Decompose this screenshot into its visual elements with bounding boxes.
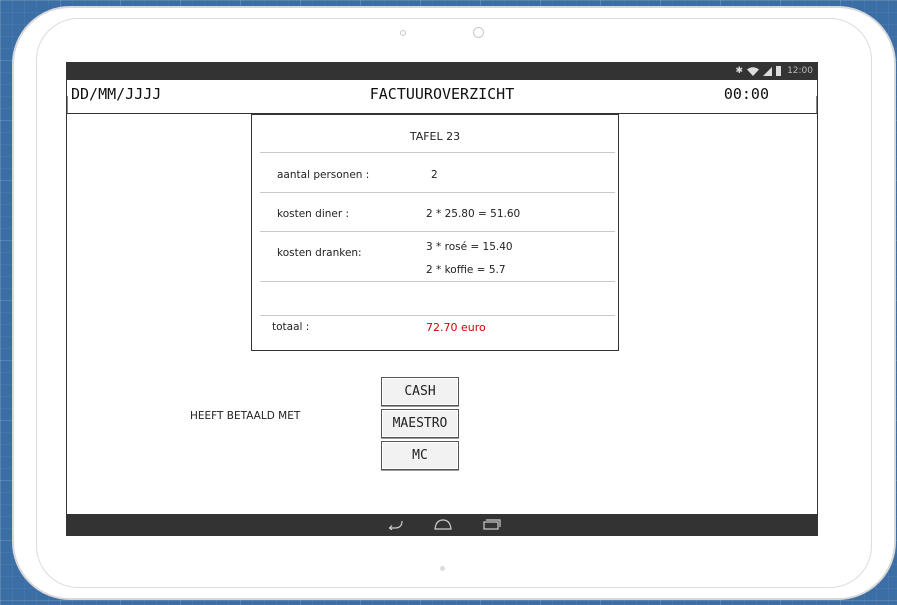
maestro-button[interactable]: MAESTRO: [381, 409, 459, 438]
divider: [260, 281, 615, 282]
total-value: 72.70 euro: [426, 321, 486, 334]
bluetooth-icon: ✱: [735, 66, 744, 76]
divider: [260, 231, 615, 232]
sensor-icon: [473, 27, 484, 38]
time-label: 00:00: [723, 85, 769, 103]
total-label: totaal :: [272, 321, 310, 333]
back-icon[interactable]: [387, 518, 403, 530]
drinks-value-1: 3 * rosé = 15.40: [426, 241, 513, 253]
drinks-value-2: 2 * koffie = 5.7: [426, 264, 506, 276]
divider: [260, 315, 615, 316]
wifi-icon: [747, 66, 760, 76]
home-icon[interactable]: [434, 518, 452, 530]
table-number: TAFEL 23: [409, 130, 461, 143]
persons-value: 2: [431, 169, 438, 181]
divider: [260, 192, 615, 193]
persons-label: aantal personen :: [277, 169, 370, 181]
divider: [260, 152, 615, 153]
status-bar: ✱ 12:00: [67, 63, 817, 80]
page-title: FACTUUROVERZICHT: [369, 85, 515, 103]
dinner-label: kosten diner :: [277, 208, 350, 220]
signal-icon: [763, 66, 773, 76]
home-dot-icon: [440, 566, 445, 571]
invoice-panel: TAFEL 23 aantal personen : 2 kosten dine…: [251, 114, 619, 351]
status-time: 12:00: [787, 66, 813, 76]
recent-apps-icon[interactable]: [483, 518, 501, 530]
battery-icon: [776, 66, 782, 76]
paid-with-label: HEEFT BETAALD MET: [190, 410, 301, 422]
camera-icon: [400, 30, 406, 36]
header-bar: DD/MM/JJJJ FACTUUROVERZICHT 00:00: [67, 80, 817, 114]
dinner-value: 2 * 25.80 = 51.60: [426, 208, 521, 220]
cash-button[interactable]: CASH: [381, 377, 459, 406]
mc-button[interactable]: MC: [381, 441, 459, 470]
status-icons: ✱ 12:00: [736, 66, 813, 76]
navigation-bar: [67, 514, 817, 535]
drinks-label: kosten dranken:: [277, 247, 362, 259]
screen: ✱ 12:00 DD/MM/JJJJ FACTUUROVERZICHT 00:0…: [66, 62, 818, 536]
